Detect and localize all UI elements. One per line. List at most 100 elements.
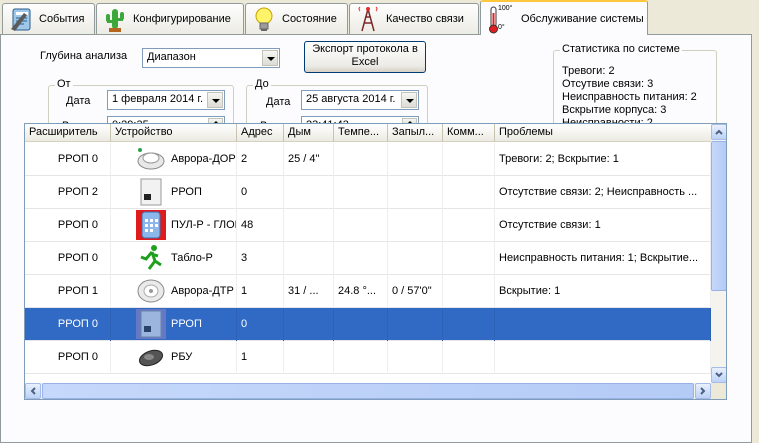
to-date-value: 25 августа 2014 г. — [306, 93, 396, 105]
chevron-right-icon — [700, 387, 706, 395]
antenna-tower-icon — [354, 5, 382, 33]
export-button-line1: Экспорт протокола в — [312, 43, 418, 55]
cell-problems — [495, 308, 711, 341]
rrop-module-icon — [136, 177, 166, 207]
table-row[interactable]: РРОП 0 Аврора-ДОР ...225 / 4" Тревоги: 2; … — [25, 143, 711, 176]
to-date-picker[interactable]: 25 августа 2014 г. — [301, 90, 419, 110]
cell-comm — [443, 275, 495, 308]
chevron-left-icon — [30, 387, 36, 395]
table-row[interactable]: РРОП 0 РРОП 0 — [25, 308, 711, 341]
col-header-address[interactable]: Адрес — [237, 124, 284, 142]
tab-link-quality[interactable]: Качество связи — [349, 3, 479, 34]
cell-device: РБУ — [171, 341, 237, 374]
col-header-expander[interactable]: Расширитель — [25, 124, 111, 142]
from-date-value: 1 февраля 2014 г. — [112, 93, 204, 105]
cell-comm — [443, 176, 495, 209]
col-header-temperature[interactable]: Темпе... — [334, 124, 388, 142]
cell-temp — [334, 176, 388, 209]
cell-problems: Отсутствие связи: 2; Неисправность ... — [495, 176, 711, 209]
cell-addr: 1 — [237, 341, 284, 374]
smoke-detector-icon — [136, 144, 166, 174]
cell-dust — [388, 209, 443, 242]
tab-state[interactable]: Состояние — [245, 3, 348, 34]
horizontal-scroll-thumb[interactable] — [42, 383, 694, 399]
to-legend: До — [253, 78, 271, 90]
cell-smoke — [284, 209, 334, 242]
col-header-smoke[interactable]: Дым — [284, 124, 334, 142]
exit-sign-icon — [136, 243, 166, 273]
col-header-device[interactable]: Устройство — [111, 124, 237, 142]
col-header-problems[interactable]: Проблемы — [495, 124, 711, 142]
tab-system-maintenance[interactable]: 100° 0° Обслуживание системы — [480, 0, 648, 35]
tab-configuration[interactable]: Конфигурирование — [96, 3, 244, 34]
table-row[interactable]: РРОП 0 РБУ 1 — [25, 341, 711, 374]
system-stats-group: Статистика по системе Тревоги: 2 Отсутви… — [553, 43, 717, 134]
stat-power-fault: Неисправность питания: 2 — [562, 91, 697, 103]
vertical-scrollbar[interactable] — [711, 124, 726, 383]
cell-temp — [334, 143, 388, 176]
cell-ext: РРОП 0 — [25, 341, 111, 374]
analysis-depth-select[interactable]: Диапазон — [142, 48, 280, 68]
table-row[interactable]: РРОП 0 Табло-Р 3 Неисправность питания: 1; … — [25, 242, 711, 275]
vertical-scroll-thumb[interactable] — [711, 141, 726, 291]
table-row[interactable]: РРОП 2 РРОП 0 Отсутствие связи: 2; Неисправ… — [25, 176, 711, 209]
tab-events[interactable]: События — [2, 3, 95, 34]
cell-temp — [334, 242, 388, 275]
col-header-dust[interactable]: Запыл... — [388, 124, 443, 142]
tab-link-quality-label: Качество связи — [386, 13, 464, 25]
cell-dust — [388, 341, 443, 374]
cell-comm — [443, 209, 495, 242]
cell-addr: 48 — [237, 209, 284, 242]
cell-smoke: 31 / ... — [284, 275, 334, 308]
table-row[interactable]: РРОП 0 ПУЛ-Р - ГЛОБ 48 Отсутствие связи: 1 — [25, 209, 711, 242]
cell-comm — [443, 143, 495, 176]
scroll-up-button[interactable] — [711, 124, 726, 140]
cell-smoke: 25 / 4" — [284, 143, 334, 176]
col-header-comment[interactable]: Комм... — [443, 124, 495, 142]
horizontal-scrollbar[interactable] — [25, 383, 711, 399]
cell-problems: Отсутствие связи: 1 — [495, 209, 711, 242]
cell-comm — [443, 308, 495, 341]
export-excel-button[interactable]: Экспорт протокола в Excel — [304, 41, 426, 73]
stats-legend: Статистика по системе — [560, 43, 682, 55]
cell-device: Аврора-ДОР ... — [171, 143, 237, 176]
cell-comm — [443, 341, 495, 374]
cell-device: РРОП — [171, 308, 237, 341]
scroll-right-button[interactable] — [695, 383, 711, 399]
table-header: Расширитель Устройство Адрес Дым Темпе..… — [25, 124, 711, 142]
heat-detector-icon — [136, 276, 166, 306]
cell-addr: 3 — [237, 242, 284, 275]
table-row[interactable]: РРОП 1 Аврора-ДТР 1 31 / ... 24.8 °... 0 / 57… — [25, 275, 711, 308]
cell-smoke — [284, 341, 334, 374]
stat-alarms: Тревоги: 2 — [562, 65, 615, 77]
cell-smoke — [284, 176, 334, 209]
analysis-depth-value: Диапазон — [147, 51, 196, 63]
chevron-up-icon — [715, 129, 723, 135]
cell-dust — [388, 242, 443, 275]
tab-system-maintenance-label: Обслуживание системы — [521, 12, 644, 25]
chevron-down-icon — [715, 372, 723, 378]
scroll-left-button[interactable] — [25, 383, 41, 399]
cell-ext: РРОП 0 — [25, 242, 111, 275]
thermometer-top-label: 100° — [498, 4, 513, 12]
cell-smoke — [284, 242, 334, 275]
cell-temp — [334, 308, 388, 341]
from-date-label: Дата — [66, 95, 91, 107]
cell-dust: 0 / 57'0" — [388, 275, 443, 308]
cell-addr: 0 — [237, 308, 284, 341]
cell-ext: РРОП 0 — [25, 209, 111, 242]
cell-problems — [495, 341, 711, 374]
from-date-picker[interactable]: 1 февраля 2014 г. — [107, 90, 225, 110]
cell-ext: РРОП 0 — [25, 308, 111, 341]
cell-ext: РРОП 2 — [25, 176, 111, 209]
chevron-down-icon[interactable] — [262, 50, 278, 66]
cell-addr: 0 — [237, 176, 284, 209]
tab-configuration-label: Конфигурирование — [133, 13, 231, 25]
scroll-down-button[interactable] — [711, 367, 726, 383]
export-button-line2: Excel — [351, 56, 379, 68]
tab-bar: События Конфигурирование Состояние Качес… — [0, 0, 759, 35]
rrop-module-icon — [136, 309, 166, 339]
chevron-down-icon[interactable] — [207, 92, 223, 108]
cell-problems: Неисправность питания: 1; Вскрытие... — [495, 242, 711, 275]
chevron-down-icon[interactable] — [401, 92, 417, 108]
